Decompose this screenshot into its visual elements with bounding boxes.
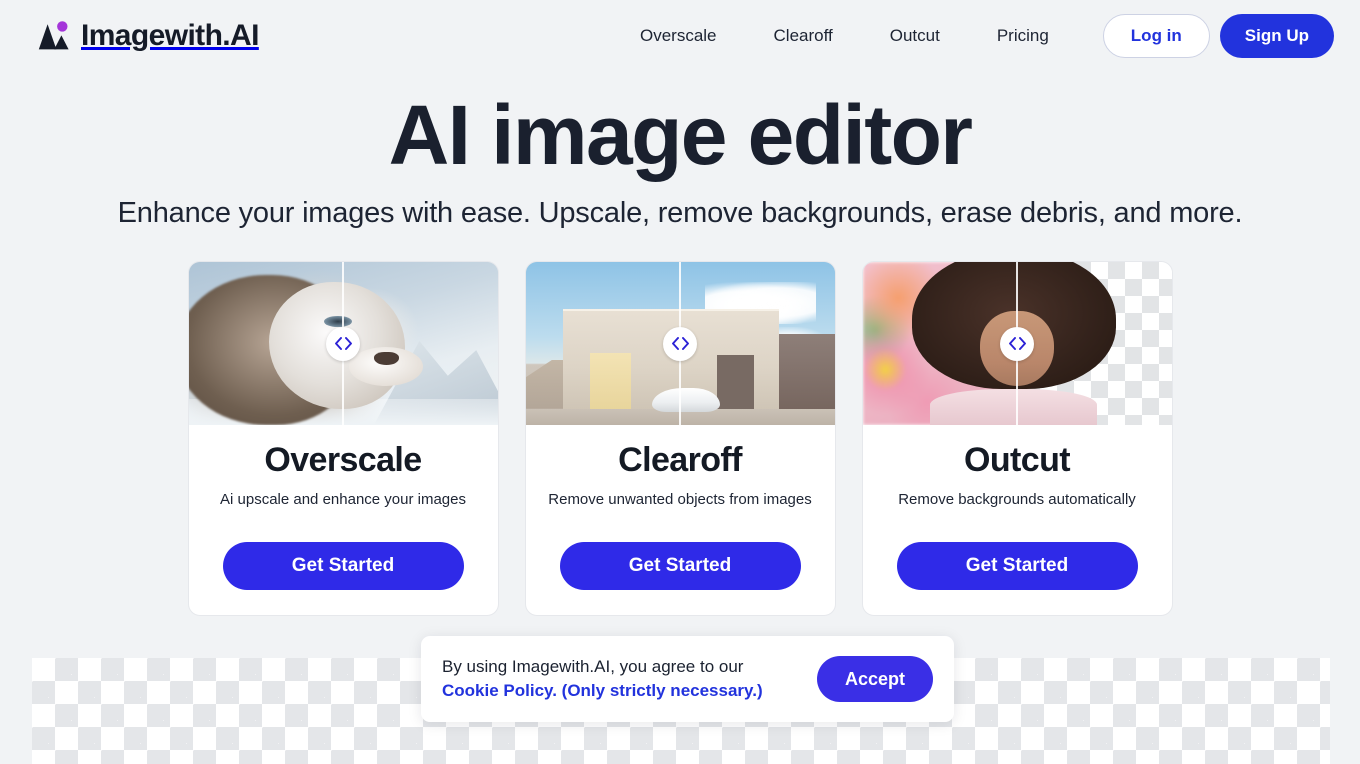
- chevron-right-icon: [681, 337, 689, 350]
- get-started-button-clearoff[interactable]: Get Started: [559, 542, 801, 590]
- card-title-outcut: Outcut: [964, 441, 1071, 479]
- hero-subtitle: Enhance your images with ease. Upscale, …: [117, 197, 1243, 229]
- mountain-peaks-icon: [38, 21, 69, 50]
- clearoff-card-body: Clearoff Remove unwanted objects from im…: [526, 425, 835, 615]
- login-button[interactable]: Log in: [1102, 14, 1210, 58]
- card-title-clearoff: Clearoff: [618, 441, 742, 479]
- nav-item-outcut[interactable]: Outcut: [890, 26, 940, 46]
- overscale-preview[interactable]: [188, 262, 498, 425]
- card-description-outcut: Remove backgrounds automatically: [898, 491, 1136, 509]
- nav-item-pricing[interactable]: Pricing: [997, 26, 1049, 46]
- accept-cookies-button[interactable]: Accept: [816, 656, 933, 702]
- get-started-button-overscale[interactable]: Get Started: [222, 542, 464, 590]
- hero-section: AI image editor Enhance your images with…: [0, 72, 1360, 230]
- feature-card-outcut[interactable]: Outcut Remove backgrounds automatically …: [861, 261, 1173, 616]
- card-title-overscale: Overscale: [264, 441, 422, 479]
- brand-name: Imagewith.AI: [81, 19, 259, 52]
- cookie-banner-text: By using Imagewith.AI, you agree to our …: [442, 655, 801, 703]
- card-description-clearoff: Remove unwanted objects from images: [548, 491, 812, 509]
- chevron-left-icon: [1008, 337, 1016, 350]
- comparison-slider-handle[interactable]: [1000, 326, 1034, 361]
- feature-cards: Overscale Ai upscale and enhance your im…: [0, 261, 1360, 616]
- overscale-card-body: Overscale Ai upscale and enhance your im…: [189, 425, 498, 615]
- signup-button[interactable]: Sign Up: [1219, 14, 1334, 58]
- comparison-slider-handle[interactable]: [663, 326, 697, 361]
- feature-card-clearoff[interactable]: Clearoff Remove unwanted objects from im…: [524, 261, 836, 616]
- cookie-consent-banner: By using Imagewith.AI, you agree to our …: [421, 636, 954, 722]
- auth-actions: Log in Sign Up: [1102, 14, 1334, 58]
- chevron-left-icon: [671, 337, 679, 350]
- site-header: Imagewith.AI Overscale Clearoff Outcut P…: [0, 0, 1360, 72]
- cookie-banner-text-lead: By using Imagewith.AI, you agree to our: [442, 657, 744, 676]
- clearoff-preview[interactable]: [525, 262, 835, 425]
- chevron-right-icon: [1018, 337, 1026, 350]
- outcut-card-body: Outcut Remove backgrounds automatically …: [863, 425, 1172, 615]
- main-navigation: Overscale Clearoff Outcut Pricing: [640, 26, 1049, 46]
- nav-item-clearoff[interactable]: Clearoff: [774, 26, 833, 46]
- feature-card-overscale[interactable]: Overscale Ai upscale and enhance your im…: [187, 261, 499, 616]
- chevron-right-icon: [344, 337, 352, 350]
- page-title: AI image editor: [388, 88, 973, 182]
- card-description-overscale: Ai upscale and enhance your images: [220, 491, 466, 509]
- outcut-preview[interactable]: [862, 262, 1172, 425]
- comparison-slider-handle[interactable]: [326, 326, 360, 361]
- nav-item-overscale[interactable]: Overscale: [640, 26, 717, 46]
- brand-logo-link[interactable]: Imagewith.AI: [36, 19, 259, 53]
- chevron-left-icon: [334, 337, 342, 350]
- cookie-policy-link[interactable]: Cookie Policy. (Only strictly necessary.…: [442, 681, 763, 700]
- get-started-button-outcut[interactable]: Get Started: [896, 542, 1138, 590]
